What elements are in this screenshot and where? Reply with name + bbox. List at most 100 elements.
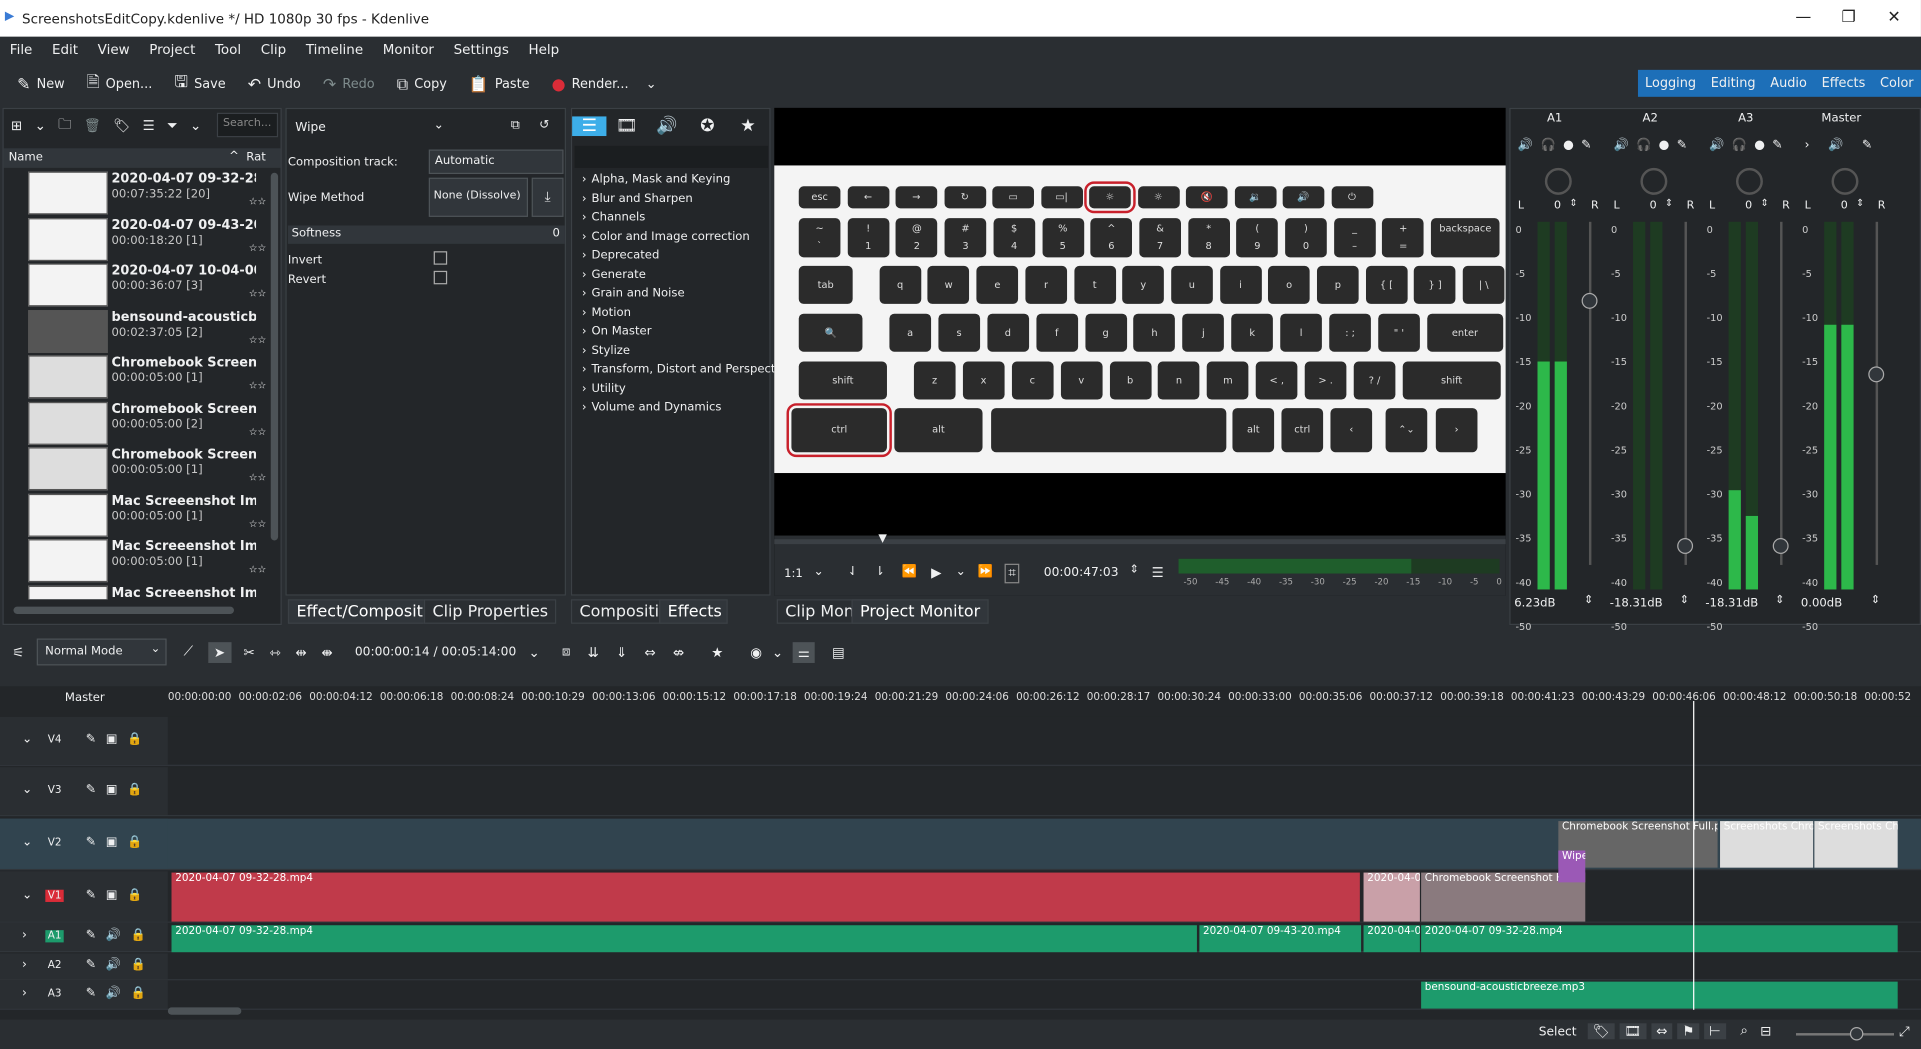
a1-clip[interactable]: 2020-04-07 09-32-28.mp4 <box>171 925 1197 953</box>
render-button[interactable]: ● Render... ⌄ <box>547 69 662 101</box>
chevron-down-icon[interactable]: ⌄ <box>529 644 540 660</box>
volume-fader-handle[interactable] <box>1677 537 1694 554</box>
channel-controls[interactable]: 🔊🎧●✎ <box>1518 138 1599 151</box>
comp-track-select[interactable]: Automatic <box>428 149 564 175</box>
record-icon[interactable]: ◉ <box>750 644 762 660</box>
invert-checkbox[interactable] <box>433 251 448 265</box>
chevron-down-icon[interactable]: ⌄ <box>646 77 657 92</box>
menu-icon[interactable]: ☰ <box>1152 565 1164 581</box>
softness-slider[interactable]: Softness 0 <box>287 225 565 244</box>
zoom-select[interactable]: 1:1 <box>784 567 803 580</box>
a1-clip[interactable]: 2020-04-07 09-32-28.mp4 <box>1421 925 1898 953</box>
chevron-down-icon[interactable]: ⌄ <box>434 119 444 132</box>
cut-icon[interactable]: ✂ <box>244 644 255 660</box>
track-controls[interactable]: ✎🔊🔒 <box>86 987 156 1000</box>
favorite-icon[interactable]: ★ <box>711 644 723 660</box>
track-controls[interactable]: ✎▣🔒 <box>86 836 152 849</box>
effect-category[interactable]: › Color and Image correction <box>582 230 750 243</box>
maximize-icon[interactable]: ❐ <box>1830 5 1867 32</box>
bin-clip-item[interactable]: Chromebook Screensho00:00:05:00 [1] ☆☆ <box>4 446 267 491</box>
track-controls[interactable]: ✎▣🔒 <box>86 888 152 901</box>
reset-icon[interactable]: ↺ <box>539 119 549 132</box>
v1-clip[interactable]: 2020-04-07 09-32-28.mp4 <box>171 872 1360 922</box>
tag-icon[interactable]: 🏷 <box>1587 1022 1615 1039</box>
add-clip-icon[interactable]: ⊞ <box>11 118 22 134</box>
bin-scrollbar[interactable] <box>270 172 279 541</box>
timeline-position[interactable]: 00:00:00:14 / 00:05:14:00 <box>355 645 516 658</box>
timeline-hscrollbar[interactable] <box>167 1007 242 1015</box>
effect-category[interactable]: › Blur and Sharpen <box>582 192 693 205</box>
playhead-icon[interactable]: ▼ <box>878 533 886 545</box>
menu-file[interactable]: File <box>0 37 42 64</box>
volume-fader-track[interactable] <box>1684 221 1687 565</box>
menu-tool[interactable]: Tool <box>205 37 251 64</box>
col-rating[interactable]: Rat <box>246 151 266 164</box>
channel-controls[interactable]: 🔊🎧●✎ <box>1709 138 1790 151</box>
bin-clip-item[interactable]: Mac Screeenshot Image <box>4 584 267 600</box>
audio-icon[interactable]: 🔊 <box>647 116 687 136</box>
rating-icon[interactable]: ☆☆ <box>249 196 267 207</box>
effect-category[interactable]: › Utility <box>582 382 626 395</box>
a3-clip[interactable]: bensound-acousticbreeze.mp3 <box>1421 981 1898 1009</box>
slip-icon[interactable]: ⇼ <box>322 644 333 660</box>
rating-icon[interactable]: ☆☆ <box>249 564 267 575</box>
tag-icon[interactable]: 🏷 <box>113 118 130 134</box>
menu-monitor[interactable]: Monitor <box>373 37 444 64</box>
spin-icon[interactable]: ⇕ <box>1569 197 1577 208</box>
volume-fader-handle[interactable] <box>1581 292 1598 309</box>
bin-clip-item[interactable]: Mac Screeenshot Image00:00:05:00 [1] ☆☆ <box>4 538 267 583</box>
download-icon[interactable]: ⤓ <box>531 177 564 217</box>
video-icon[interactable]: 🎞 <box>606 116 646 136</box>
settings-icon[interactable]: ⚟ <box>12 644 24 660</box>
effect-category[interactable]: › On Master <box>582 325 652 338</box>
volume-fader-track[interactable] <box>1875 221 1879 565</box>
rating-icon[interactable]: ☆☆ <box>249 380 267 391</box>
project-monitor[interactable]: esc ← → ↻ ▭ ▭| ☼ ☼ 🔇 🔉 🔊 ⏻ ~ `! 1 @2 #3 $4% 5 ^ 6 & 7 * 8(9) 0 _ – +… <box>774 107 1506 596</box>
effect-category[interactable]: › Channels <box>582 211 645 224</box>
snap-icon[interactable]: ⇔ <box>1651 1022 1673 1039</box>
forward-icon[interactable]: ⏩ <box>978 565 993 578</box>
rewind-icon[interactable]: ⏪ <box>902 565 917 578</box>
list-icon[interactable]: ☰ <box>572 115 607 136</box>
mixer-toggle-icon[interactable]: ⚌ <box>792 641 815 663</box>
chevron-icon[interactable]: › <box>22 987 27 1000</box>
zoom-fit-icon[interactable]: ⌕ <box>1740 1022 1748 1039</box>
a1-clip[interactable]: 2020-04-0 <box>1363 925 1420 953</box>
pan-knob[interactable] <box>1640 167 1668 195</box>
chevron-icon[interactable]: ⌄ <box>22 733 32 746</box>
effect-category[interactable]: › Deprecated <box>582 249 659 262</box>
v2-clip[interactable]: Screenshots Chro <box>1814 821 1898 868</box>
wipe-method-select[interactable]: None (Dissolve) <box>428 177 529 217</box>
bin-clip-item[interactable]: 2020-04-07 09-32-28.m00:07:35:22 [20] ☆☆ <box>4 170 267 215</box>
video-icon[interactable]: 🎞 <box>1619 1022 1647 1039</box>
collapse-icon[interactable]: ⧉ <box>511 119 520 132</box>
spin-icon[interactable]: ⇕ <box>1856 197 1864 208</box>
chevron-down-icon[interactable]: ⌄ <box>772 644 783 660</box>
open-button[interactable]: 🗎 Open... <box>82 69 157 101</box>
set-in-icon[interactable]: ⇃ <box>848 565 858 578</box>
menu-view[interactable]: View <box>88 37 140 64</box>
volume-fader-track[interactable] <box>1588 221 1592 565</box>
chevron-icon[interactable]: › <box>22 958 27 971</box>
zoom-slider[interactable] <box>1795 1026 1895 1041</box>
spin-icon[interactable]: ⇕ <box>1871 594 1880 606</box>
crop-icon[interactable]: ⌗ <box>1004 563 1020 584</box>
razor-icon[interactable]: ⟋ <box>184 643 193 660</box>
spacer-icon[interactable]: ⇿ <box>270 644 281 660</box>
chevron-down-icon[interactable]: ⌄ <box>956 565 966 578</box>
spin-icon[interactable]: ⇕ <box>1775 594 1784 606</box>
minimize-icon[interactable]: — <box>1785 5 1822 32</box>
effect-category[interactable]: › Grain and Noise <box>582 287 685 300</box>
redo-button[interactable]: ↷ Redo <box>318 69 380 101</box>
delete-icon[interactable]: 🗑 <box>84 118 101 134</box>
bin-clip-item[interactable]: Chromebook Screensho00:00:05:00 [1] ☆☆ <box>4 354 267 399</box>
rating-icon[interactable]: ☆☆ <box>249 472 267 483</box>
spin-icon[interactable]: ⇕ <box>1130 564 1139 576</box>
split-icon[interactable]: ⊢ <box>1704 1022 1726 1039</box>
insert-icon[interactable]: ⇊ <box>588 644 599 660</box>
menu-project[interactable]: Project <box>139 37 205 64</box>
chevron-icon[interactable]: ⌄ <box>22 836 32 849</box>
track-controls[interactable]: ✎🔊🔒 <box>86 958 156 971</box>
effect-category[interactable]: › Stylize <box>582 344 630 357</box>
chevron-down-icon[interactable]: ⌄ <box>35 118 46 134</box>
